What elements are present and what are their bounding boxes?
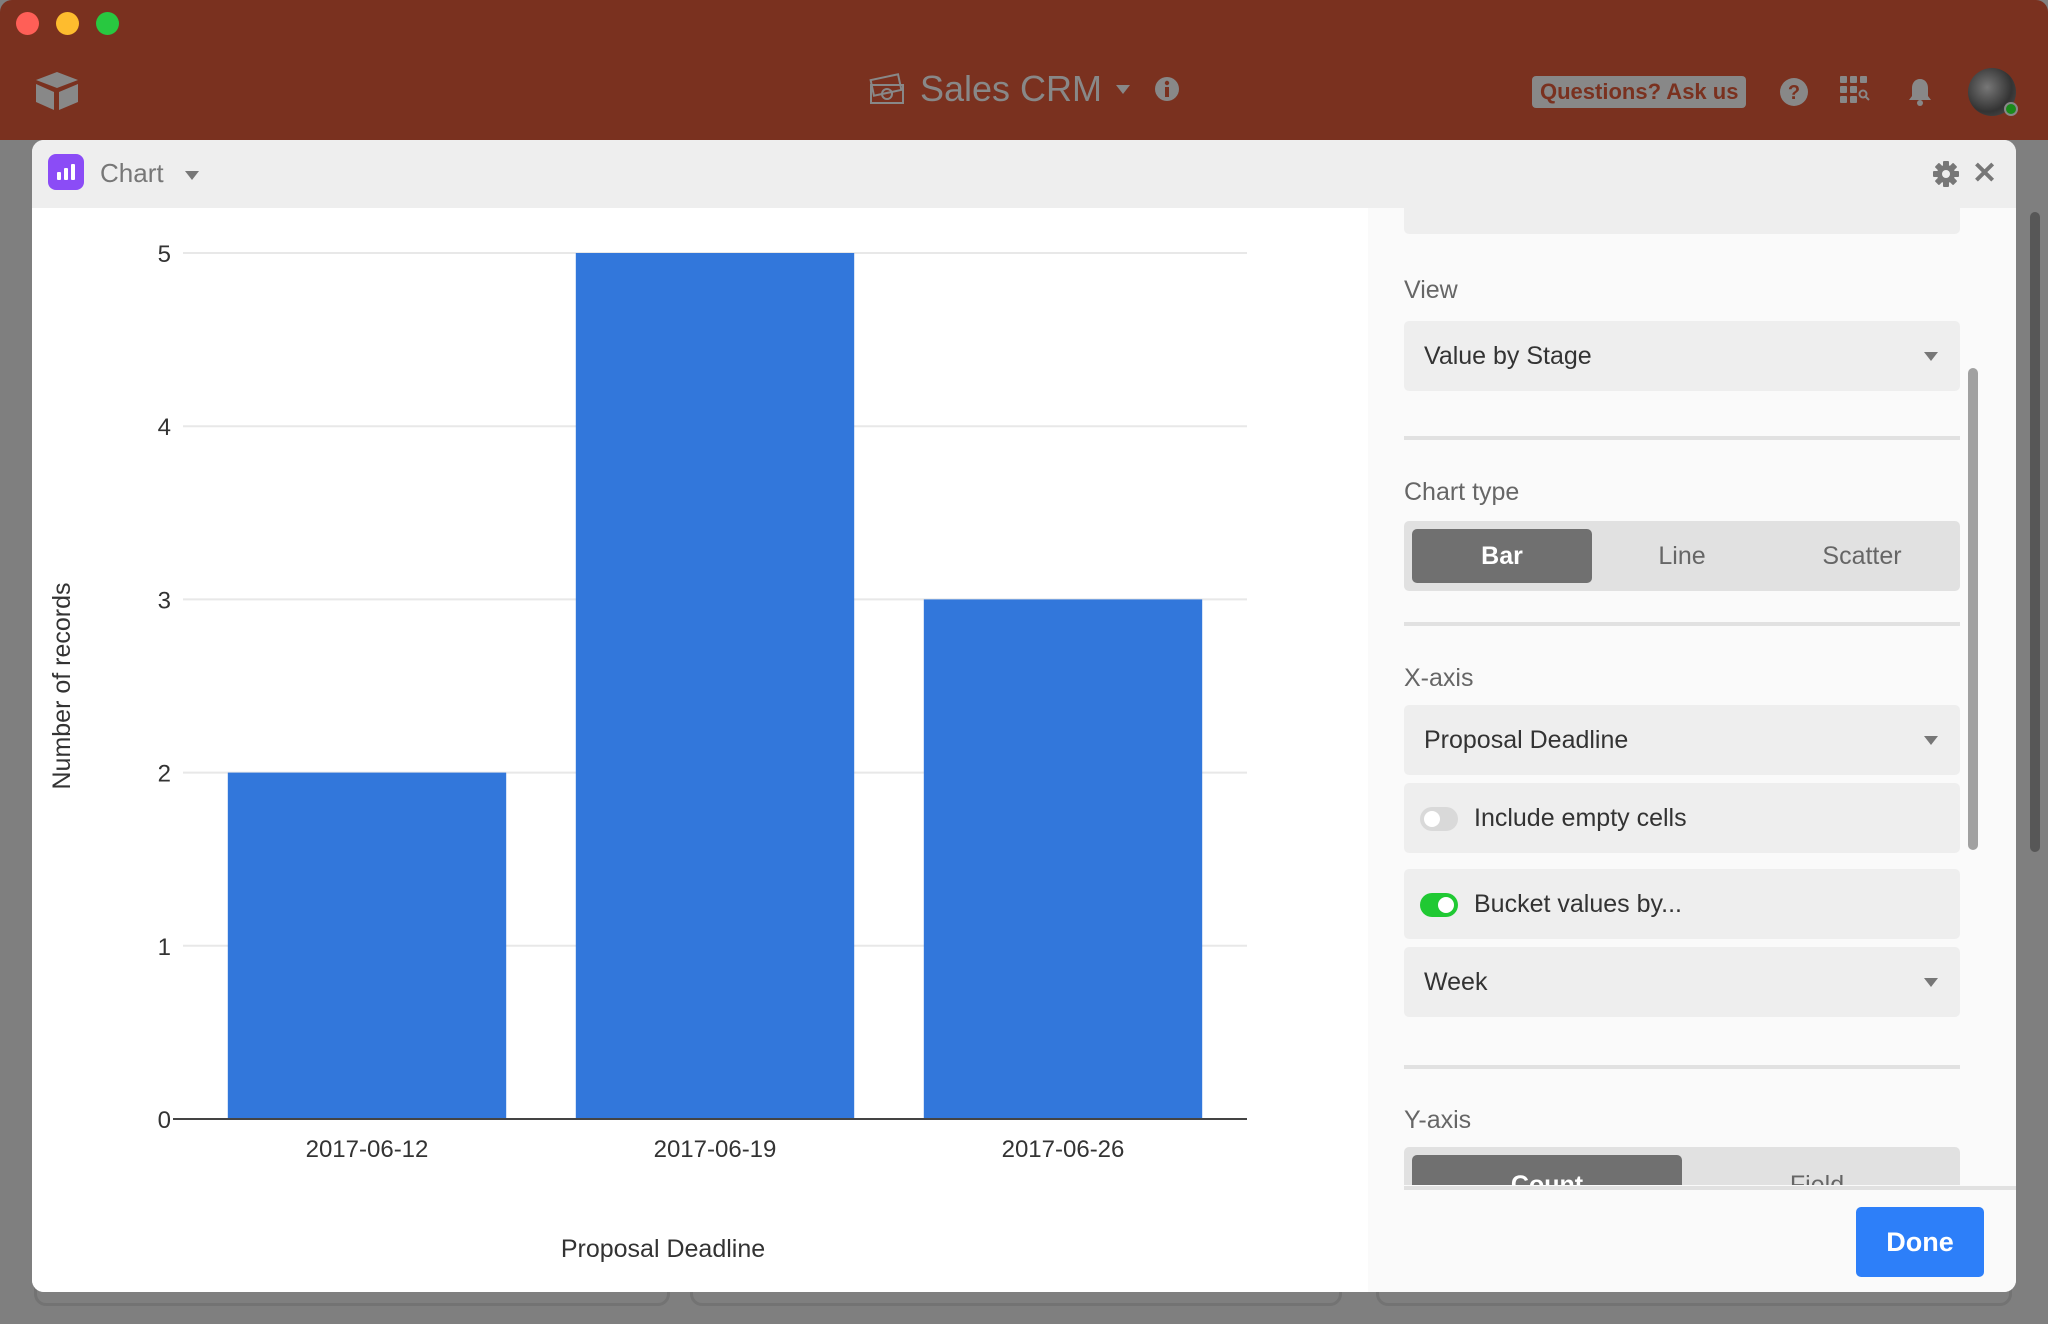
view-select[interactable]: Value by Stage [1404,321,1960,391]
base-menu-caret-icon[interactable] [1116,84,1131,94]
bar [227,772,507,1119]
settings-scrollbar[interactable] [1968,368,1978,850]
base-name: Sales CRM [919,68,1103,109]
chevron-down-icon [1924,978,1938,987]
help-icon[interactable]: ? [1778,76,1810,108]
y-tick-label: 3 [158,587,171,614]
x-tick-label: 2017-06-12 [306,1136,429,1163]
chart-app-icon [48,154,84,190]
chart-area: 0 1 2 3 4 5 2017-06-12 2017-06-19 2017-06-26 Prop… [32,208,1368,1292]
x-axis-title: Proposal Deadline [561,1235,765,1263]
chart-type-label: Chart type [1404,478,1520,506]
svg-text:?: ? [1788,82,1800,104]
bucket-values-row[interactable]: Bucket values by... [1404,869,1960,939]
chart-type-line[interactable]: Line [1592,529,1772,583]
modal-title-text: Chart [100,158,164,188]
section-divider [1404,1065,1960,1069]
bar [575,253,855,1119]
y-tick-label: 0 [158,1107,171,1134]
scroll-fade-divider [1404,1186,2016,1190]
y-axis-title: Number of records [48,582,76,789]
x-axis-label: X-axis [1404,664,1474,692]
y-axis-mode-segmented: Count Field [1404,1147,1960,1185]
include-empty-label: Include empty cells [1474,804,1687,832]
bucket-select[interactable]: Week [1404,947,1960,1017]
bar-chart: 0 1 2 3 4 5 2017-06-12 2017-06-19 2017-06-26 Prop… [48,241,1247,1263]
x-tick-label: 2017-06-19 [654,1136,777,1163]
chart-modal: Chart ✕ 0 1 2 3 4 5 2017-06-12 2017-06-19 2017-0… [32,140,2016,1292]
y-tick-label: 4 [158,414,171,441]
y-tick-label: 5 [158,241,171,268]
include-empty-toggle[interactable] [1420,807,1458,831]
bucket-values-toggle[interactable] [1420,893,1458,917]
maximize-window-button[interactable] [96,12,119,35]
section-divider [1404,436,1960,440]
info-icon[interactable] [1154,76,1180,102]
chevron-down-icon [1924,736,1938,745]
settings-panel: View Value by Stage Chart type Bar Line … [1368,188,2016,1292]
bucket-select-value: Week [1424,968,1488,996]
done-button[interactable]: Done [1856,1207,1984,1277]
include-empty-cells-row[interactable]: Include empty cells [1404,783,1960,853]
bar [923,599,1203,1119]
y-axis-mode-field[interactable]: Field [1682,1155,1952,1185]
view-label: View [1404,276,1458,304]
section-divider [1404,622,1960,626]
minimize-window-button[interactable] [56,12,79,35]
bucket-values-label: Bucket values by... [1474,890,1682,918]
notifications-bell-icon[interactable] [1904,76,1936,108]
money-icon [869,73,904,104]
x-tick-label: 2017-06-26 [1002,1136,1125,1163]
y-tick-label: 1 [158,934,171,961]
view-select-value: Value by Stage [1424,342,1592,370]
title-caret-icon[interactable] [184,170,199,180]
window-scrollbar[interactable] [2030,212,2040,852]
chart-type-scatter[interactable]: Scatter [1772,529,1952,583]
close-modal-icon[interactable]: ✕ [1972,156,1997,191]
ask-us-button[interactable]: Questions? Ask us [1532,76,1747,108]
close-window-button[interactable] [16,12,39,35]
x-axis-field-value: Proposal Deadline [1424,726,1629,754]
y-axis-label: Y-axis [1404,1106,1472,1134]
y-axis-mode-count[interactable]: Count [1412,1155,1682,1185]
settings-gear-icon[interactable] [1932,160,1960,188]
chart-type-bar[interactable]: Bar [1412,529,1592,583]
window-titlebar: Sales CRM Questions? Ask us ? [0,0,2048,140]
chevron-down-icon [1924,352,1938,361]
apps-search-icon[interactable] [1840,76,1872,108]
previous-field-partial[interactable] [1404,188,1960,234]
modal-title[interactable]: Chart [100,158,199,189]
y-tick-label: 2 [158,761,171,788]
online-status-indicator [2004,102,2018,116]
x-axis-field-select[interactable]: Proposal Deadline [1404,705,1960,775]
chart-type-segmented: Bar Line Scatter [1404,521,1960,591]
